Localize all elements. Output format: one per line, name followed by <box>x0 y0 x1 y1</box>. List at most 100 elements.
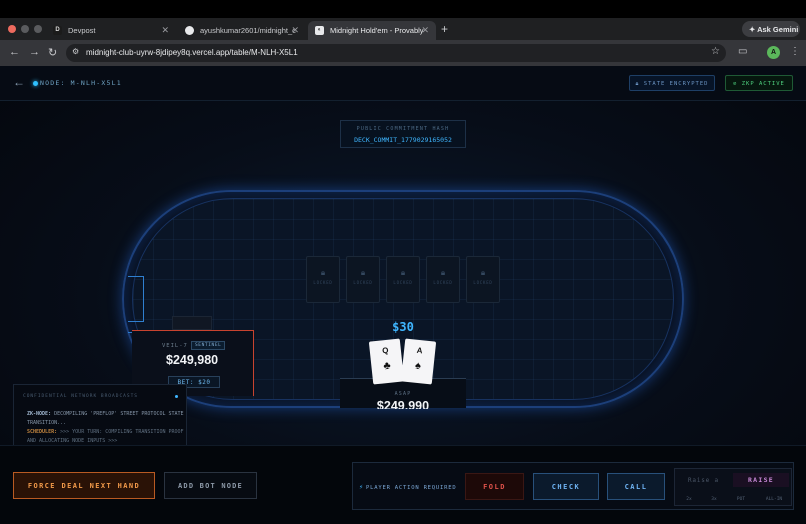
shield-check-icon: ⊘ <box>733 81 742 87</box>
maximize-window-button[interactable] <box>34 25 42 33</box>
reload-icon[interactable]: ↻ <box>48 46 57 59</box>
spade-icon: ♠ <box>414 359 422 373</box>
profile-avatar[interactable]: A <box>767 46 780 59</box>
card-rank: A <box>416 345 423 356</box>
tab-devpost[interactable]: D Devpost ✕ <box>46 21 176 40</box>
close-window-button[interactable] <box>8 25 16 33</box>
poker-app: ← NODE: M-NLH-X5L1 🔒︎ STATE ENCRYPTED ⊘ … <box>0 66 806 524</box>
commitment-value: DECK_COMMIT_1779029165052 <box>354 136 452 144</box>
card-label: LOCKED <box>433 280 453 285</box>
card-label: LOCKED <box>473 280 493 285</box>
ask-gemini-button[interactable]: ✦ Ask Gemini <box>742 21 800 37</box>
address-bar[interactable]: ⚙ midnight-club-uyrw-8jdipey8q.vercel.ap… <box>66 44 726 62</box>
tab-github[interactable]: ayushkumar2601/midnight_c ✕ <box>178 21 306 40</box>
hole-card: Q ♣ <box>368 338 405 385</box>
close-tab-icon[interactable]: ✕ <box>161 25 169 36</box>
raise-amount-input[interactable]: Raise a <box>679 473 731 487</box>
new-tab-button[interactable]: + <box>441 22 448 36</box>
lock-icon: 🔒︎ <box>360 268 366 277</box>
gemini-label: Ask Gemini <box>757 25 799 34</box>
browser-toolbar: ← → ↻ ⚙ midnight-club-uyrw-8jdipey8q.ver… <box>0 40 806 66</box>
log-entry: ZK-NODE: DECOMPILING 'PREFLOP' STREET PR… <box>27 410 186 428</box>
raise-preset-all-in[interactable]: ALL-IN <box>761 495 787 504</box>
live-indicator-dot <box>175 395 178 398</box>
devpost-icon: D <box>53 26 62 35</box>
player-badge: SENTINEL <box>191 341 226 350</box>
back-icon[interactable]: ← <box>9 46 20 58</box>
card-label: LOCKED <box>313 280 333 285</box>
tab-midnight-holdem[interactable]: ◐ Midnight Hold'em - Provably ✕ <box>308 21 436 40</box>
zkp-active-chip: ⊘ ZKP ACTIVE <box>725 75 793 91</box>
browser-tab-bar: D Devpost ✕ ayushkumar2601/midnight_c ✕ … <box>0 18 806 40</box>
tab-title: Midnight Hold'em - Provably <box>330 26 424 35</box>
fold-button[interactable]: FOLD <box>465 473 524 500</box>
raise-controls: Raise a RAISE 2x 3x POT ALL-IN <box>674 468 792 506</box>
raise-preset-2x[interactable]: 2x <box>679 495 699 504</box>
node-label: NODE: M-NLH-X5L1 <box>40 79 122 87</box>
hero-seat: ASAP $249,990 <box>340 378 466 409</box>
check-button[interactable]: CHECK <box>533 473 599 500</box>
log-text: DECOMPILING 'PREFLOP' STREET PROTOCOL ST… <box>27 411 184 426</box>
community-card: 🔒︎ LOCKED <box>346 256 380 303</box>
club-icon: ♣ <box>382 359 392 373</box>
github-icon <box>185 26 194 35</box>
raise-preset-3x[interactable]: 3x <box>704 495 724 504</box>
node-status-dot <box>33 81 38 86</box>
opponent-card-backs <box>172 316 212 330</box>
bookmark-star-icon[interactable]: ☆ <box>711 46 720 57</box>
app-header: ← NODE: M-NLH-X5L1 🔒︎ STATE ENCRYPTED ⊘ … <box>0 66 806 101</box>
close-tab-icon[interactable]: ✕ <box>421 25 429 36</box>
add-bot-node-button[interactable]: ADD BOT NODE <box>164 472 257 499</box>
community-card: 🔒︎ LOCKED <box>386 256 420 303</box>
chip-label: STATE ENCRYPTED <box>643 81 709 87</box>
raise-button[interactable]: RAISE <box>733 473 789 487</box>
lock-icon: 🔒︎ <box>400 268 406 277</box>
seat-marker <box>128 276 144 322</box>
url-text[interactable]: midnight-club-uyrw-8jdipey8q.vercel.app/… <box>86 48 298 57</box>
lock-icon: 🔒︎ <box>320 268 326 277</box>
tab-title: ayushkumar2601/midnight_c <box>200 26 296 35</box>
site-settings-icon[interactable]: ⚙ <box>72 47 79 56</box>
hole-card: A ♠ <box>400 338 437 385</box>
raise-preset-pot[interactable]: POT <box>731 495 751 504</box>
player-stack: $249,980 <box>166 353 219 367</box>
card-rank: Q <box>381 345 389 356</box>
tab-title: Devpost <box>68 26 96 35</box>
lock-icon: 🔒︎ <box>480 268 486 277</box>
chip-label: ZKP ACTIVE <box>741 81 785 87</box>
commitment-hash-panel: PUBLIC COMMITMENT HASH DECK_COMMIT_17790… <box>340 120 466 148</box>
minimize-window-button[interactable] <box>21 25 29 33</box>
hero-name: ASAP <box>394 391 412 397</box>
midnight-icon: ◐ <box>315 26 324 35</box>
gemini-icon: ✦ <box>749 25 758 34</box>
commitment-title: PUBLIC COMMITMENT HASH <box>356 126 450 132</box>
card-label: LOCKED <box>353 280 373 285</box>
action-required-text: PLAYER ACTION REQUIRED <box>366 485 457 491</box>
forward-icon[interactable]: → <box>29 46 40 58</box>
cast-icon[interactable]: ▭ <box>738 46 747 57</box>
log-title: CONFIDENTIAL NETWORK BROADCASTS <box>23 394 138 399</box>
close-tab-icon[interactable]: ✕ <box>291 25 299 36</box>
player-name: VEIL-7 <box>162 343 188 349</box>
state-encrypted-chip: 🔒︎ STATE ENCRYPTED <box>629 75 715 91</box>
lock-icon: 🔒︎ <box>440 268 446 277</box>
log-tag: SCHEDULER: <box>27 429 58 435</box>
call-button[interactable]: CALL <box>607 473 665 500</box>
hero-stack: $249,990 <box>376 399 430 409</box>
lock-icon: 🔒︎ <box>635 81 644 87</box>
zap-icon: ⚡︎ <box>359 483 365 491</box>
control-bar: FORCE DEAL NEXT HAND ADD BOT NODE ⚡︎ PLAY… <box>0 445 806 524</box>
action-required-label: ⚡︎ PLAYER ACTION REQUIRED <box>359 483 456 491</box>
network-broadcast-log[interactable]: CONFIDENTIAL NETWORK BROADCASTS ZK-NODE:… <box>13 384 187 446</box>
player-action-panel: ⚡︎ PLAYER ACTION REQUIRED FOLD CHECK CALL… <box>352 462 794 510</box>
card-label: LOCKED <box>393 280 413 285</box>
log-tag: ZK-NODE: <box>27 411 52 417</box>
pot-amount: $30 <box>392 320 414 334</box>
back-arrow-icon[interactable]: ← <box>13 75 25 89</box>
community-card: 🔒︎ LOCKED <box>426 256 460 303</box>
community-card: 🔒︎ LOCKED <box>466 256 500 303</box>
force-deal-button[interactable]: FORCE DEAL NEXT HAND <box>13 472 155 499</box>
log-entry: SCHEDULER: >>> YOUR TURN: COMPILING TRAN… <box>27 428 186 445</box>
community-card: 🔒︎ LOCKED <box>306 256 340 303</box>
menu-kebab-icon[interactable]: ⋮ <box>790 46 800 57</box>
